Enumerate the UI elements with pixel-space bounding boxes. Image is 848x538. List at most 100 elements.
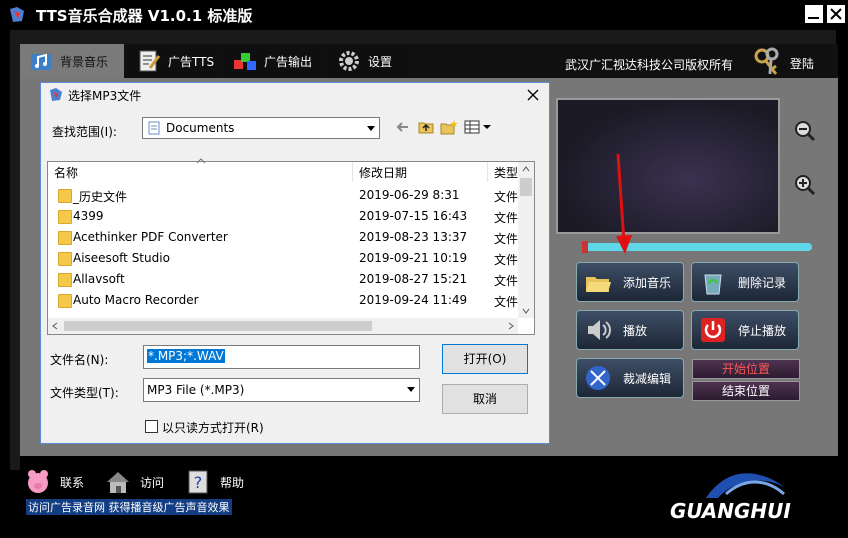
readonly-checkbox[interactable]: [145, 420, 158, 433]
file-row[interactable]: Acethinker PDF Converter 2019-08-23 13:3…: [48, 227, 518, 248]
file-name: Acethinker PDF Converter: [73, 230, 228, 244]
help-link[interactable]: ? 帮助: [184, 468, 244, 496]
folder-icon: [58, 231, 72, 245]
gear-icon: [339, 51, 359, 71]
column-header-modified[interactable]: 修改日期: [359, 164, 407, 181]
vertical-scrollbar[interactable]: [518, 162, 534, 318]
stop-play-label: 停止播放: [738, 323, 787, 338]
cancel-button[interactable]: 取消: [442, 384, 528, 414]
column-divider: [352, 162, 353, 182]
power-icon: [701, 318, 725, 342]
music-note-icon: [31, 53, 51, 70]
file-date: 2019-07-15 16:43: [359, 209, 468, 223]
tab-background-music[interactable]: 背景音乐: [20, 44, 124, 78]
scroll-down-icon[interactable]: [522, 308, 530, 314]
look-in-label: 查找范围(I):: [52, 125, 117, 139]
up-folder-icon[interactable]: [418, 119, 434, 135]
file-type: 文件: [494, 211, 519, 225]
open-button[interactable]: 打开(O): [442, 344, 528, 374]
copyright-text: 武汉广汇视达科技公司版权所有: [565, 58, 734, 72]
play-label: 播放: [623, 323, 648, 338]
close-icon: [830, 8, 842, 20]
file-row[interactable]: 4399 2019-07-15 16:43 文件: [48, 206, 518, 227]
end-position-button[interactable]: 结束位置: [692, 381, 800, 401]
folder-icon: [58, 273, 72, 287]
play-button[interactable]: 播放: [576, 310, 684, 350]
tab-label: 背景音乐: [60, 54, 109, 69]
close-button[interactable]: [826, 4, 846, 24]
file-type: 文件: [494, 190, 519, 204]
chevron-down-icon: [367, 126, 375, 131]
visual-preview: [556, 98, 780, 234]
file-row[interactable]: Auto Macro Recorder 2019-09-24 11:49 文件: [48, 290, 518, 311]
scroll-left-icon[interactable]: [52, 322, 58, 330]
add-music-label: 添加音乐: [623, 275, 672, 290]
file-name: Allavsoft: [73, 272, 125, 286]
login-link[interactable]: 登陆: [790, 55, 814, 72]
file-type: 文件: [494, 253, 519, 267]
cut-edit-button[interactable]: 裁减编辑: [576, 358, 684, 398]
view-menu-icon[interactable]: [464, 120, 492, 134]
column-header-type[interactable]: 类型: [494, 164, 518, 181]
start-position-button[interactable]: 开始位置: [692, 359, 800, 379]
app-logo-icon: [10, 7, 24, 22]
tab-label: 设置: [368, 54, 393, 69]
file-date: 2019-06-29 8:31: [359, 188, 460, 202]
folder-icon: [58, 252, 72, 266]
svg-text:?: ?: [194, 473, 203, 492]
delete-record-button[interactable]: 删除记录: [691, 262, 799, 302]
scroll-up-icon[interactable]: [522, 166, 530, 172]
file-name: Auto Macro Recorder: [73, 293, 199, 307]
file-type: 文件: [494, 295, 519, 309]
zoom-in-icon[interactable]: [794, 174, 816, 196]
visit-link[interactable]: 访问: [104, 468, 164, 496]
new-folder-icon[interactable]: [440, 119, 458, 135]
file-date: 2019-08-23 13:37: [359, 230, 468, 244]
scroll-right-icon[interactable]: [508, 322, 514, 330]
house-icon: [107, 472, 129, 493]
column-divider: [487, 162, 488, 182]
readonly-label: 以只读方式打开(R): [162, 421, 264, 435]
folder-icon: [58, 294, 72, 308]
sort-asc-icon: [196, 158, 206, 164]
documents-folder-icon: [148, 121, 160, 135]
vertical-scroll-thumb[interactable]: [520, 178, 532, 196]
look-in-value: Documents: [166, 121, 235, 135]
contact-link[interactable]: 联系: [24, 468, 84, 496]
help-book-icon: ?: [188, 470, 208, 494]
tab-ad-tts[interactable]: 广告TTS: [128, 44, 220, 78]
close-icon: [527, 89, 539, 101]
horizontal-scrollbar[interactable]: [48, 318, 518, 334]
contact-label: 联系: [60, 475, 85, 490]
filetype-value: MP3 File (*.MP3): [147, 383, 245, 397]
minimize-button[interactable]: [804, 4, 824, 24]
progress-handle[interactable]: [582, 241, 588, 253]
speaker-icon: [588, 320, 611, 340]
file-row[interactable]: _历史文件 2019-06-29 8:31 文件: [48, 185, 518, 206]
dialog-close-button[interactable]: [524, 86, 542, 104]
tab-ad-output[interactable]: 广告输出: [224, 44, 324, 78]
cut-edit-label: 裁减编辑: [623, 371, 672, 386]
file-type: 文件: [494, 274, 519, 288]
stop-play-button[interactable]: 停止播放: [691, 310, 799, 350]
folder-open-icon: [586, 277, 611, 292]
help-label: 帮助: [220, 475, 245, 490]
file-row[interactable]: Aiseesoft Studio 2019-09-21 10:19 文件: [48, 248, 518, 269]
recycle-bin-icon: [704, 274, 722, 295]
tab-label: 广告输出: [264, 54, 313, 69]
tab-settings[interactable]: 设置: [328, 44, 410, 78]
add-music-button[interactable]: 添加音乐: [576, 262, 684, 302]
file-row[interactable]: Allavsoft 2019-08-27 15:21 文件: [48, 269, 518, 290]
column-header-name[interactable]: 名称: [54, 164, 78, 181]
back-arrow-icon[interactable]: [396, 120, 410, 134]
file-date: 2019-08-27 15:21: [359, 272, 468, 286]
horizontal-scroll-thumb[interactable]: [64, 321, 372, 331]
file-date: 2019-09-21 10:19: [359, 251, 468, 265]
promo-strip[interactable]: 访问广告录音网 获得播音级广告声音效果: [26, 499, 232, 515]
dialog-app-icon: [50, 88, 62, 101]
filename-value: *.MP3;*.WAV: [147, 349, 225, 363]
file-name: Aiseesoft Studio: [73, 251, 170, 265]
filetype-label: 文件类型(T):: [50, 386, 119, 400]
zoom-out-icon[interactable]: [794, 120, 816, 142]
dialog-title: 选择MP3文件: [68, 89, 142, 103]
